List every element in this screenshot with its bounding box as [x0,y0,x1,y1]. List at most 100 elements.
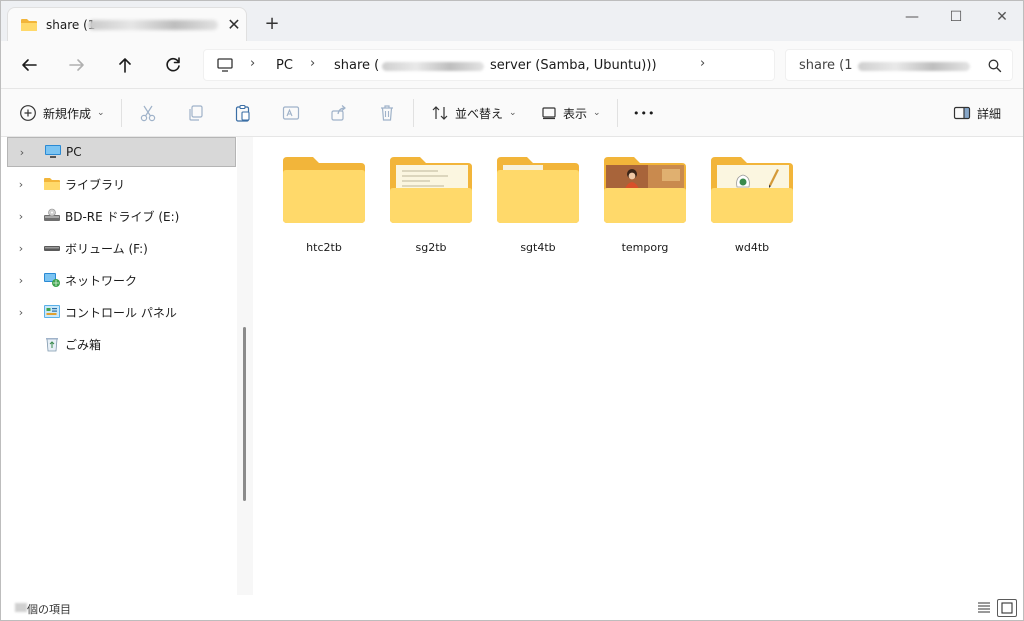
list-view-icon [978,602,990,613]
sidebar-item-pc[interactable]: › PC [7,137,236,167]
breadcrumb-expand[interactable]: › [700,56,705,71]
forward-arrow-icon[interactable] [65,53,89,77]
chevron-down-icon: ⌄ [593,108,601,118]
status-bar: 個の項目 [1,595,1023,620]
back-arrow-icon[interactable] [17,53,41,77]
close-tab-button[interactable]: ✕ [224,15,244,35]
chevron-down-icon: ⌄ [97,108,105,118]
computer-icon [216,57,234,76]
breadcrumb-pc[interactable]: PC [276,58,293,73]
plus-circle-icon [20,105,36,121]
chevron-right-icon[interactable]: › [7,306,35,319]
breadcrumb-share-suffix[interactable]: server (Samba, Ubuntu))) [490,58,657,73]
search-icon[interactable] [987,58,1003,77]
folder-icon [283,157,365,223]
item-count: 個の項目 [27,603,71,616]
title-bar: share (1 ✕ + — ☐ ✕ [1,1,1023,41]
sidebar-item-recycle-bin[interactable]: ごみ箱 [7,329,236,359]
breadcrumb-separator: › [310,56,316,71]
details-button[interactable]: 詳細 [953,101,1001,125]
folder-item[interactable]: htc2tb [279,155,369,265]
details-button-label: 詳細 [977,106,1002,121]
sidebar-item-label: ボリューム (F:) [65,241,148,256]
rename-icon[interactable] [281,103,301,123]
sidebar-item-label: ライブラリ [65,177,126,192]
sidebar-item-network[interactable]: › ネットワーク [7,265,236,295]
sidebar-item-label: ネットワーク [65,273,138,288]
maximize-button[interactable]: ☐ [933,7,979,29]
delete-icon[interactable] [377,103,397,123]
search-box[interactable]: share (1 [785,49,1013,81]
sidebar-item-library[interactable]: › ライブラリ [7,169,236,199]
redacted-text [15,603,27,612]
folder-item[interactable]: wd4tb [707,155,797,265]
address-bar[interactable]: › PC › share ( server (Samba, Ubuntu))) … [203,49,775,81]
breadcrumb-share-prefix[interactable]: share ( [334,58,379,73]
chevron-down-icon: ⌄ [509,108,517,118]
tab-share[interactable]: share (1 ✕ [7,7,247,41]
navigation-pane: › PC › ライブラリ › BD-RE ドライブ (E:) › ボリューム (… [1,137,237,595]
toolbar-divider [121,99,122,127]
large-icons-view-button[interactable] [997,599,1017,617]
minimize-button[interactable]: — [889,7,935,29]
paste-icon[interactable] [233,103,253,123]
toolbar-divider [617,99,618,127]
network-icon [44,273,60,287]
folder-name: sgt4tb [520,241,556,254]
share-icon[interactable] [329,103,349,123]
folder-icon [44,178,60,190]
sidebar-item-label: PC [66,145,82,159]
view-button[interactable]: 表示 ⌄ [541,101,601,125]
chevron-right-icon[interactable]: › [7,242,35,255]
monitor-icon [45,145,61,158]
sidebar-item-label: BD-RE ドライブ (E:) [65,209,180,224]
recycle-bin-icon [46,338,58,352]
folder-item[interactable]: sgt4tb [493,155,583,265]
chevron-right-icon[interactable]: › [7,178,35,191]
more-options-button[interactable]: ••• [633,101,655,125]
folder-icon [711,157,793,223]
search-placeholder: share (1 [799,58,853,73]
chevron-right-icon[interactable]: › [7,210,35,223]
view-icon [542,107,556,120]
new-button-label: 新規作成 [43,106,92,121]
folder-icon [497,157,579,223]
close-window-button[interactable]: ✕ [979,7,1023,29]
redacted-text [858,62,970,71]
drive-icon [44,246,60,251]
chevron-right-icon[interactable]: › [8,146,36,159]
sidebar-item-label: ごみ箱 [65,337,102,352]
sort-button[interactable]: 並べ替え ⌄ [431,101,517,125]
folder-name: temporg [621,241,669,254]
sort-button-label: 並べ替え [455,106,504,121]
details-pane-icon [953,106,971,120]
folder-icon [604,157,686,223]
folder-item[interactable]: sg2tb [386,155,476,265]
new-tab-button[interactable]: + [261,13,283,35]
up-arrow-icon[interactable] [113,53,137,77]
command-bar: 新規作成 ⌄ 並べ替え ⌄ 表示 ⌄ ••• 詳細 [1,89,1023,137]
refresh-icon[interactable] [161,53,185,77]
copy-icon[interactable] [186,103,206,123]
folder-item[interactable]: temporg [600,155,690,265]
redacted-text [382,62,484,71]
sidebar-item-label: コントロール パネル [65,305,177,320]
new-button[interactable]: 新規作成 ⌄ [19,101,105,125]
file-list: htc2tb sg2tb sgt4tb temporg wd4tb [253,137,1023,595]
sidebar-item-volume-f[interactable]: › ボリューム (F:) [7,233,236,263]
folder-icon [390,157,472,223]
optical-drive-icon [44,208,60,221]
sort-icon [432,106,448,120]
view-button-label: 表示 [563,106,588,121]
sidebar-item-control-panel[interactable]: › コントロール パネル [7,297,236,327]
sidebar-scrollbar-thumb[interactable] [243,327,246,501]
cut-icon[interactable] [138,103,158,123]
chevron-right-icon[interactable]: › [7,274,35,287]
navigation-bar: › PC › share ( server (Samba, Ubuntu))) … [1,41,1023,89]
folder-name: htc2tb [306,241,342,254]
sidebar-item-bd-drive[interactable]: › BD-RE ドライブ (E:) [7,201,236,231]
folder-name: sg2tb [415,241,447,254]
file-explorer-window: share (1 ✕ + — ☐ ✕ › PC › share (server… [0,0,1024,621]
details-view-button[interactable] [975,599,995,617]
tiles-view-icon [1001,602,1013,614]
